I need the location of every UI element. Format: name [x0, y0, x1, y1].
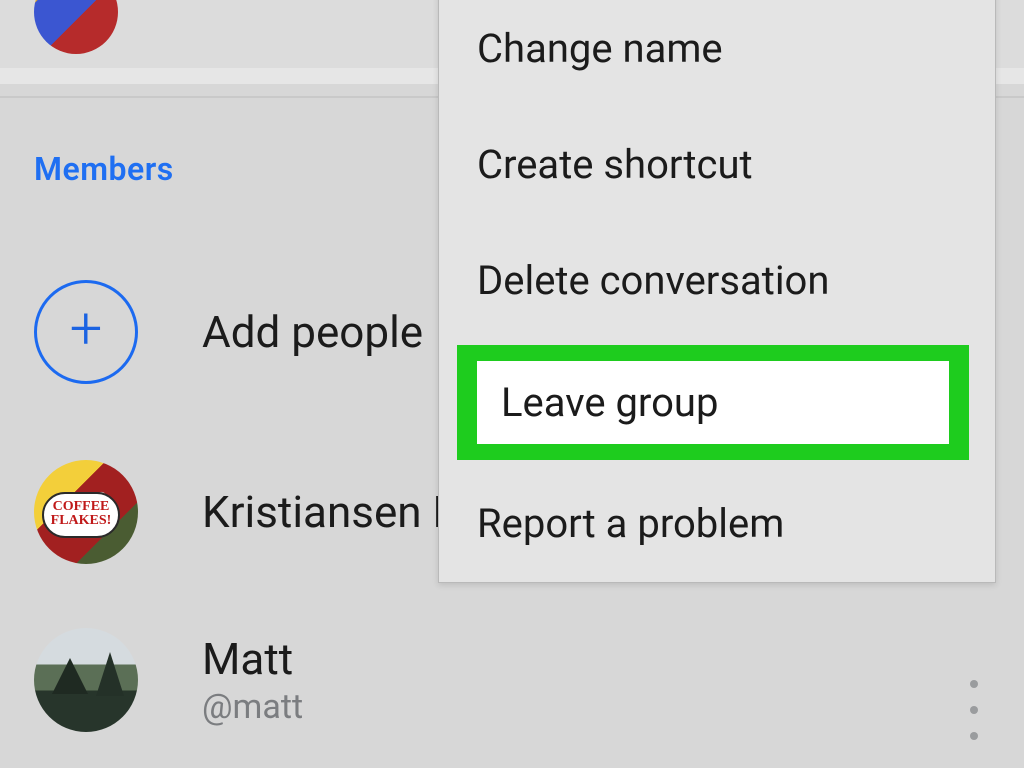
- menu-item-leave-group-highlight: Leave group: [457, 345, 969, 460]
- add-people-row[interactable]: + Add people: [34, 280, 423, 384]
- menu-item-report-problem[interactable]: Report a problem: [439, 466, 995, 582]
- member-row[interactable]: COFFEE FLAKES! Kristiansen L: [34, 460, 456, 564]
- overflow-menu-icon[interactable]: [962, 680, 986, 740]
- menu-item-leave-group[interactable]: Leave group: [477, 361, 949, 444]
- add-people-label: Add people: [202, 306, 423, 358]
- header-avatar: [34, 0, 118, 54]
- member-name: Kristiansen L: [202, 486, 456, 538]
- member-row[interactable]: Matt @matt: [34, 628, 303, 732]
- member-handle: @matt: [202, 687, 303, 727]
- member-name: Matt: [202, 633, 303, 685]
- avatar: COFFEE FLAKES!: [34, 460, 138, 564]
- context-menu: Change name Create shortcut Delete conve…: [438, 0, 996, 583]
- plus-icon: +: [34, 280, 138, 384]
- avatar-bubble-text: COFFEE FLAKES!: [42, 492, 120, 538]
- avatar: [34, 628, 138, 732]
- menu-item-change-name[interactable]: Change name: [439, 0, 995, 107]
- section-header-members: Members: [34, 150, 174, 188]
- menu-item-create-shortcut[interactable]: Create shortcut: [439, 107, 995, 223]
- menu-item-delete-conversation[interactable]: Delete conversation: [439, 223, 995, 339]
